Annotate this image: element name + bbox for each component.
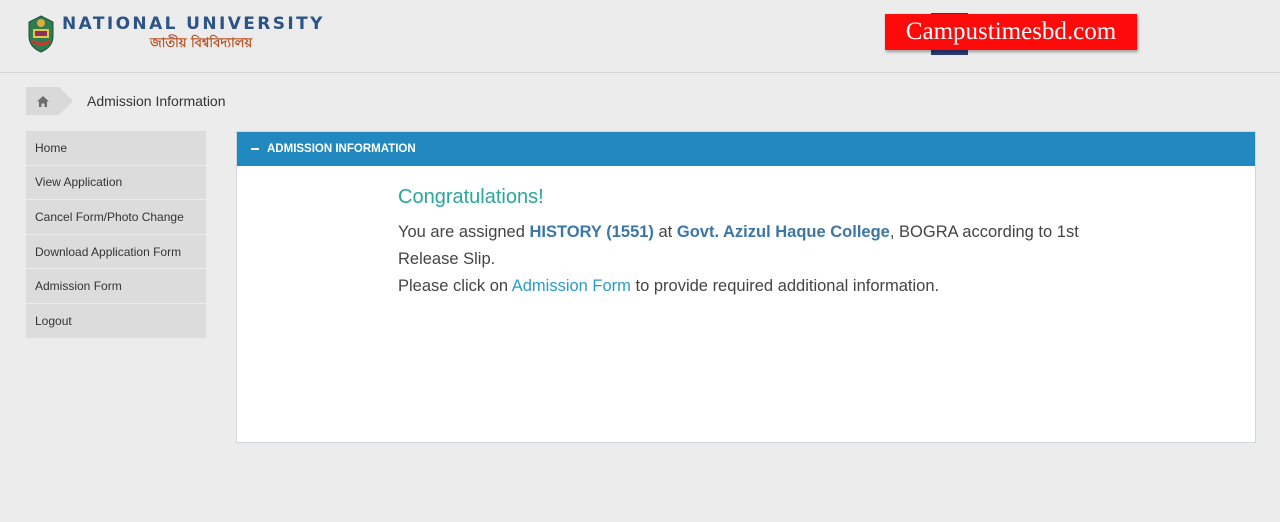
breadcrumb-current: Admission Information <box>87 93 226 109</box>
college-name: Govt. Azizul Haque College <box>676 223 890 241</box>
panel-body: Congratulations! You are assigned HISTOR… <box>398 186 1098 300</box>
sidebar-item-view-application[interactable]: View Application <box>26 165 206 201</box>
logo-english-text: NATIONAL UNIVERSITY <box>62 14 325 34</box>
university-logo[interactable]: NATIONAL UNIVERSITY জাতীয় বিশ্ববিদ্যালয… <box>26 14 325 54</box>
assignment-message: You are assigned HISTORY (1551) at Govt.… <box>398 219 1098 273</box>
instruction-message: Please click on Admission Form to provid… <box>398 273 1098 300</box>
university-seal-icon <box>28 15 54 53</box>
admission-form-link[interactable]: Admission Form <box>512 277 631 295</box>
sidebar-item-cancel-form[interactable]: Cancel Form/Photo Change <box>26 200 206 235</box>
panel-title: ADMISSION INFORMATION <box>267 143 416 155</box>
sidebar-item-download-application[interactable]: Download Application Form <box>26 234 206 270</box>
breadcrumb-home[interactable] <box>26 87 73 115</box>
logo-bangla-text: জাতীয় বিশ্ববিদ্যালয় <box>150 36 253 51</box>
sidebar-menu: Home View Application Cancel Form/Photo … <box>26 131 206 339</box>
subject-name: HISTORY (1551) <box>529 223 654 241</box>
home-icon <box>36 95 49 107</box>
congrats-heading: Congratulations! <box>398 186 544 208</box>
sidebar-item-home[interactable]: Home <box>26 131 206 166</box>
watermark-banner: Campustimesbd.com <box>885 14 1137 50</box>
message-prefix: You are assigned <box>398 223 530 241</box>
breadcrumb: Admission Information <box>26 87 226 115</box>
admission-info-panel: ADMISSION INFORMATION Congratulations! Y… <box>236 131 1256 443</box>
sidebar-item-admission-form[interactable]: Admission Form <box>26 269 206 304</box>
panel-header[interactable]: ADMISSION INFORMATION <box>237 132 1255 166</box>
site-header: NATIONAL UNIVERSITY জাতীয় বিশ্ববিদ্যালয… <box>0 0 1280 73</box>
message-mid: at <box>653 223 677 241</box>
instruction-prefix: Please click on <box>398 277 512 295</box>
collapse-icon[interactable] <box>251 148 259 150</box>
sidebar-item-logout[interactable]: Logout <box>26 303 206 339</box>
instruction-suffix: to provide required additional informati… <box>630 277 940 295</box>
